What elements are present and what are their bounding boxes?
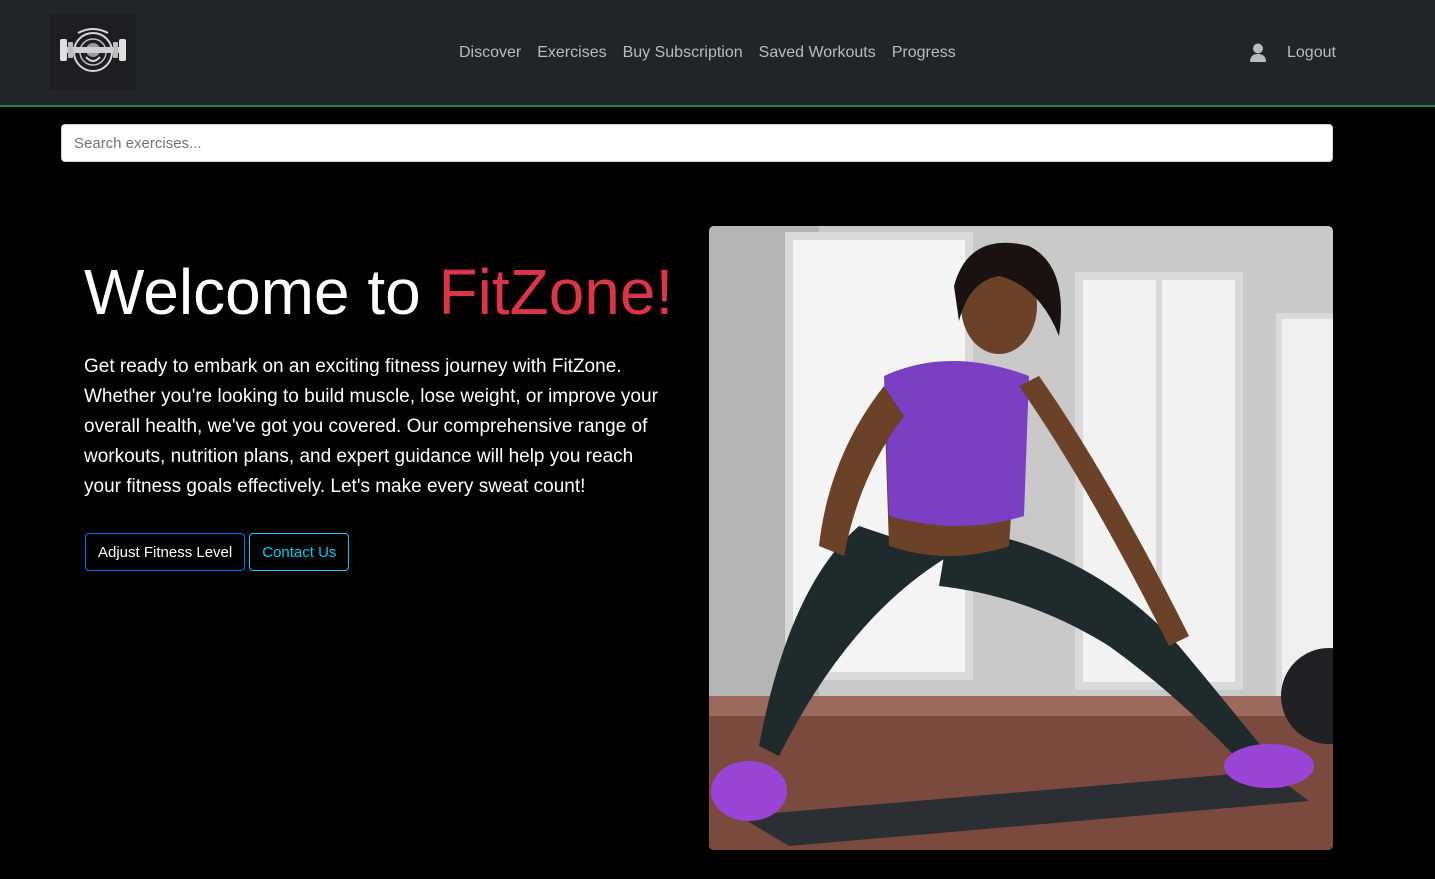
hero-photo-illustration [709, 226, 1333, 850]
nav-link-saved-workouts[interactable]: Saved Workouts [759, 42, 876, 64]
hero-actions: Adjust Fitness Level Contact Us [85, 533, 350, 571]
navbar: Discover Exercises Buy Subscription Save… [0, 0, 1435, 107]
user-area: Logout [1249, 42, 1336, 64]
logo-emblem-graphic [60, 28, 126, 72]
hero-title: Welcome to FitZone! [84, 254, 673, 330]
user-icon[interactable] [1249, 43, 1267, 63]
hero-description: Get ready to embark on an exciting fitne… [84, 356, 658, 497]
nav-link-buy-subscription[interactable]: Buy Subscription [623, 42, 743, 64]
contact-us-button[interactable]: Contact Us [249, 533, 350, 571]
gym-emblem-logo[interactable] [50, 14, 136, 90]
main-nav-links: Discover Exercises Buy Subscription Save… [459, 42, 956, 64]
woman-stretching-lunge-photo [709, 226, 1333, 850]
adjust-fitness-level-button[interactable]: Adjust Fitness Level [85, 533, 246, 571]
nav-link-discover[interactable]: Discover [459, 42, 521, 64]
nav-link-exercises[interactable]: Exercises [537, 42, 606, 64]
search-bar [61, 124, 1333, 162]
search-input[interactable] [61, 124, 1333, 162]
hero-title-brand: FitZone! [438, 256, 674, 328]
logout-link[interactable]: Logout [1287, 42, 1336, 64]
nav-link-progress[interactable]: Progress [892, 42, 956, 64]
hero-title-prefix: Welcome to [84, 256, 439, 328]
